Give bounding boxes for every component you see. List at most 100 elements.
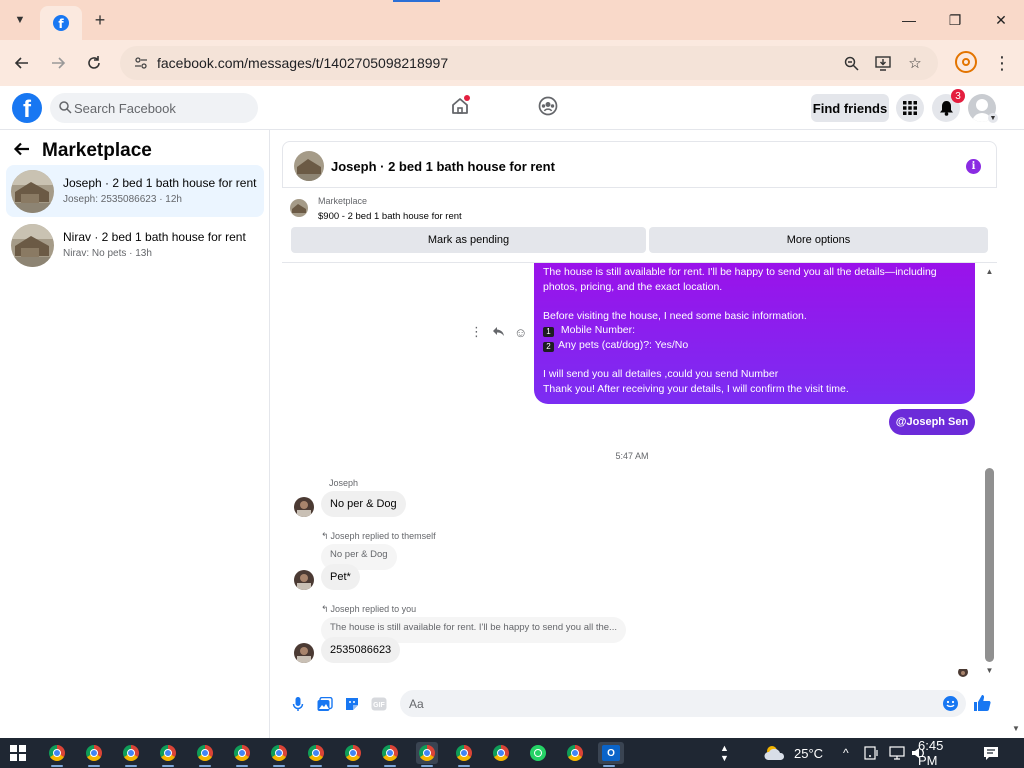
network-icon[interactable]: [888, 738, 906, 768]
message-line: Any pets (cat/dog)?: Yes/No: [558, 338, 689, 351]
sender-avatar[interactable]: [294, 570, 314, 590]
message-line: I will send you all detailes ,could you …: [543, 368, 779, 381]
facebook-favicon-icon: f: [53, 15, 69, 31]
home-notification-dot: [464, 95, 470, 101]
facebook-search[interactable]: [50, 93, 258, 123]
message-line: photos, pricing, and the exact location.: [543, 280, 723, 293]
reply-icon[interactable]: [492, 325, 505, 340]
taskbar-whatsapp-icon[interactable]: [527, 742, 549, 764]
tray-overflow-icon[interactable]: ▲ ▼: [720, 738, 729, 768]
more-icon[interactable]: ⋮: [470, 324, 483, 340]
scrollbar-thumb[interactable]: [985, 468, 994, 662]
more-options-button[interactable]: More options: [649, 227, 988, 253]
windows-taskbar: O ▲ ▼ 25°C ^ 6:45 PM: [0, 738, 1024, 768]
account-chevron-down-icon[interactable]: ▼: [988, 113, 998, 123]
clock-time[interactable]: 6:45 PM: [918, 738, 966, 768]
maximize-button[interactable]: ❐: [932, 6, 978, 34]
message-line: Mobile Number:: [560, 324, 636, 337]
chat-title[interactable]: Joseph · 2 bed 1 bath house for rent: [331, 159, 555, 174]
new-tab-button[interactable]: +: [89, 9, 111, 31]
address-bar[interactable]: facebook.com/messages/t/1402705098218997…: [120, 46, 938, 80]
taskbar-chrome-icon[interactable]: [453, 742, 475, 767]
tab-highlight-line: [393, 0, 440, 2]
outgoing-message[interactable]: The house is still available for rent. I…: [534, 263, 975, 404]
nav-groups-button[interactable]: [538, 96, 560, 118]
notification-center-icon[interactable]: [983, 738, 999, 768]
gif-icon[interactable]: GIF: [371, 696, 387, 712]
taskbar-chrome-icon[interactable]: [46, 742, 68, 767]
chrome-profile-icon[interactable]: [955, 51, 977, 73]
grid-menu-icon: [903, 101, 917, 115]
message-input[interactable]: [400, 690, 966, 717]
notifications-badge: 3: [951, 89, 965, 103]
incoming-message[interactable]: Pet*: [321, 564, 360, 590]
chat-window: Joseph · 2 bed 1 bath house for rent i M…: [282, 141, 997, 738]
incoming-message[interactable]: 2535086623: [321, 637, 401, 663]
minimize-button[interactable]: —: [886, 6, 932, 34]
chat-listing-avatar[interactable]: [294, 151, 324, 181]
taskbar-chrome-icon[interactable]: [120, 742, 142, 767]
info-icon[interactable]: i: [966, 159, 981, 174]
browser-toolbar: facebook.com/messages/t/1402705098218997…: [0, 40, 1024, 86]
message-line: Thank you! After receiving your details,…: [543, 382, 849, 395]
bookmark-star-icon[interactable]: ☆: [904, 52, 926, 74]
taskbar-chrome-icon[interactable]: [83, 742, 105, 767]
emoji-icon[interactable]: [943, 696, 958, 711]
taskbar-chrome-icon[interactable]: [416, 742, 438, 767]
scroll-down-icon[interactable]: ▼: [984, 665, 995, 676]
taskbar-chrome-icon[interactable]: [231, 742, 253, 767]
sender-name: Joseph: [329, 478, 359, 488]
find-friends-button[interactable]: Find friends: [811, 94, 889, 122]
photo-icon[interactable]: [317, 696, 333, 712]
tab-search-button[interactable]: ▼: [9, 9, 31, 31]
incoming-message[interactable]: No per & Dog: [321, 491, 406, 517]
listing-thumbnail[interactable]: [290, 199, 308, 217]
groups-icon: [538, 96, 558, 116]
mark-as-pending-button[interactable]: Mark as pending: [291, 227, 646, 253]
facebook-logo-icon[interactable]: f: [12, 93, 42, 123]
weather-widget[interactable]: 25°C: [762, 738, 823, 768]
windows-start-icon[interactable]: [10, 745, 26, 761]
conversation-item[interactable]: Nirav · 2 bed 1 bath house for rent Nira…: [6, 219, 264, 271]
zoom-icon[interactable]: [840, 52, 862, 74]
taskbar-chrome-icon[interactable]: [194, 742, 216, 767]
show-hidden-icons[interactable]: ^: [843, 738, 849, 768]
taskbar-chrome-icon[interactable]: [342, 742, 364, 767]
back-arrow-icon[interactable]: [13, 140, 31, 164]
install-app-icon[interactable]: [872, 52, 894, 74]
browser-tab-facebook[interactable]: f: [40, 6, 82, 40]
page-scroll-down-icon[interactable]: ▼: [1012, 724, 1022, 734]
mention-chip[interactable]: @Joseph Sen: [889, 409, 975, 435]
chrome-menu-icon[interactable]: ⋮: [992, 51, 1012, 75]
chat-scrollbar[interactable]: ▲ ▼: [984, 264, 995, 682]
taskbar-chrome-icon[interactable]: [564, 742, 586, 764]
chat-header: Joseph · 2 bed 1 bath house for rent i: [282, 141, 997, 188]
nav-home-button[interactable]: [450, 95, 472, 118]
url-text[interactable]: facebook.com/messages/t/1402705098218997: [157, 55, 448, 71]
microphone-icon[interactable]: [290, 696, 306, 712]
taskbar-chrome-icon[interactable]: [490, 742, 512, 764]
tray-tablet-icon[interactable]: [864, 738, 880, 768]
reload-button[interactable]: [82, 51, 106, 75]
taskbar-chrome-icon[interactable]: [268, 742, 290, 767]
site-info-icon[interactable]: [132, 54, 150, 72]
taskbar-chrome-icon[interactable]: [305, 742, 327, 767]
close-window-button[interactable]: ✕: [978, 6, 1024, 34]
scroll-up-icon[interactable]: ▲: [984, 266, 995, 277]
conversation-title: Joseph · 2 bed 1 bath house for rent: [63, 176, 257, 190]
thumbs-up-icon[interactable]: [972, 693, 992, 713]
taskbar-outlook-icon[interactable]: O: [598, 742, 624, 767]
sender-avatar[interactable]: [294, 497, 314, 517]
sender-avatar[interactable]: [294, 643, 314, 663]
sticker-icon[interactable]: [344, 696, 360, 712]
conversation-item[interactable]: Joseph · 2 bed 1 bath house for rent Jos…: [6, 165, 264, 217]
back-button[interactable]: [10, 51, 34, 75]
react-emoji-icon[interactable]: ☺: [514, 325, 527, 340]
forward-button[interactable]: [46, 51, 70, 75]
menu-grid-button[interactable]: [896, 94, 924, 122]
taskbar-chrome-icon[interactable]: [157, 742, 179, 767]
taskbar-chrome-icon[interactable]: [379, 742, 401, 767]
listing-title[interactable]: $900 - 2 bed 1 bath house for rent: [318, 211, 462, 222]
search-input[interactable]: [74, 93, 254, 123]
panel-title: Marketplace: [42, 140, 152, 161]
